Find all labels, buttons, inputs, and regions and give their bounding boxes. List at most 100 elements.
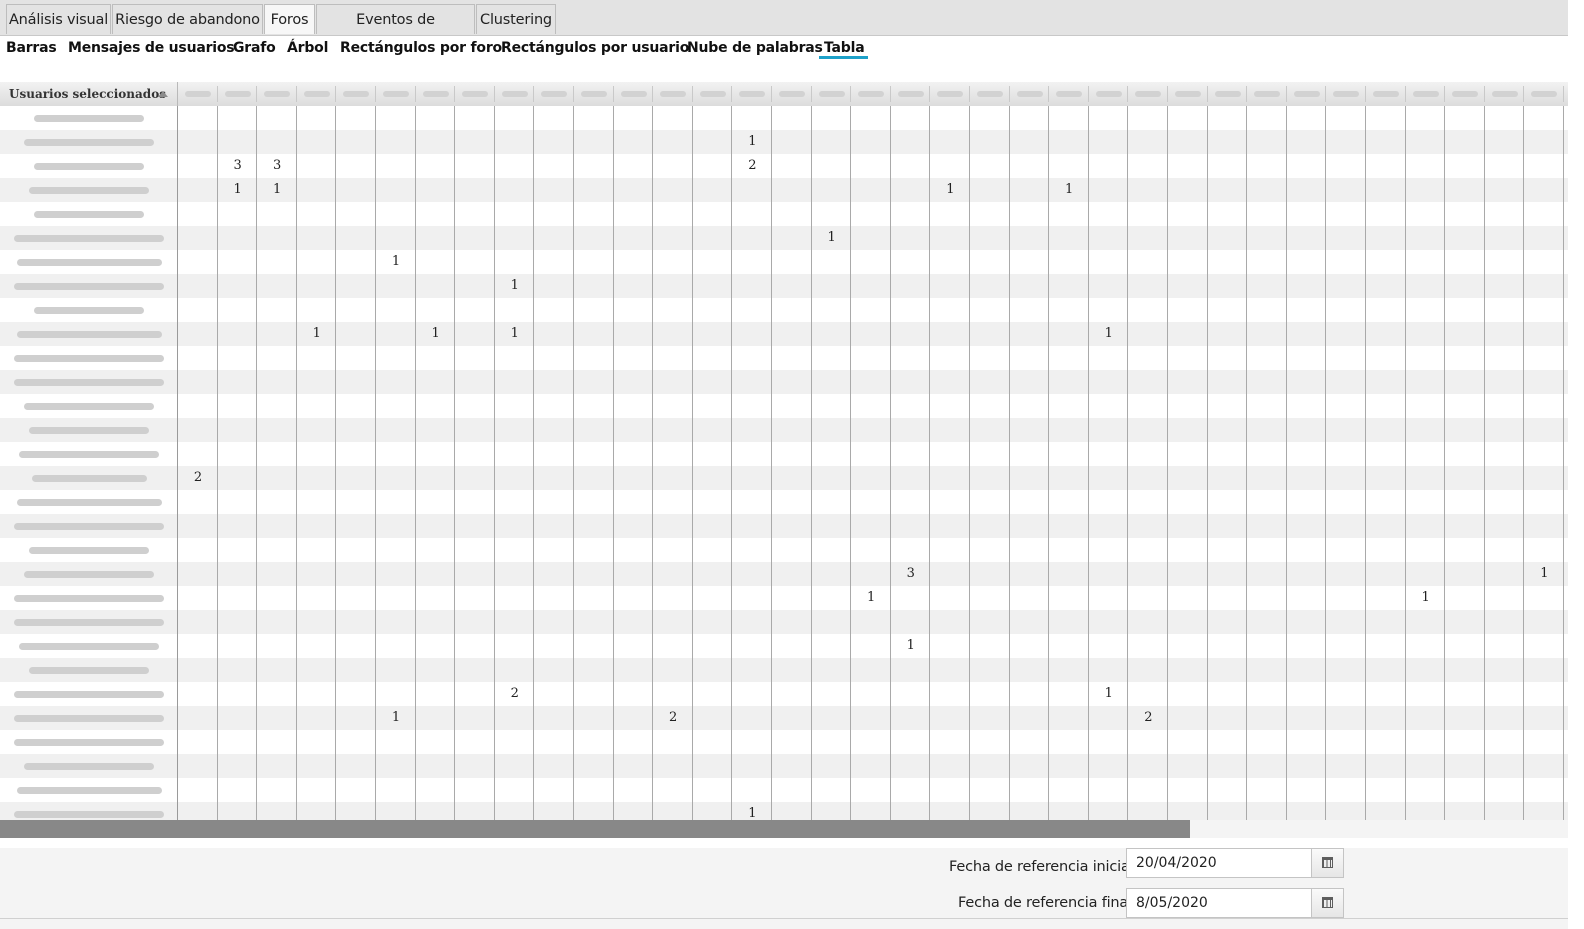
table-row[interactable] bbox=[0, 610, 1584, 634]
forum-messages-table[interactable]: Usuarios seleccionados 1 3 3 2 1 1 1 1 1 1 1 1 1 1 1 2 3… bbox=[0, 82, 1584, 820]
message-count-cell: 1 bbox=[510, 326, 519, 341]
column-header[interactable] bbox=[772, 86, 812, 102]
table-row[interactable] bbox=[0, 394, 1584, 418]
column-header[interactable] bbox=[1089, 86, 1129, 102]
table-row[interactable] bbox=[0, 754, 1584, 778]
subtab-rectangulos-por-foro[interactable]: Rectángulos por foro bbox=[340, 38, 502, 58]
subtab-barras[interactable]: Barras bbox=[6, 38, 57, 58]
column-header[interactable] bbox=[574, 86, 614, 102]
column-header[interactable] bbox=[653, 86, 693, 102]
column-header[interactable] bbox=[416, 86, 456, 102]
column-header[interactable] bbox=[851, 86, 891, 102]
table-row[interactable] bbox=[0, 298, 1584, 322]
table-row[interactable] bbox=[0, 802, 1584, 820]
column-header[interactable] bbox=[1128, 86, 1168, 102]
table-row[interactable] bbox=[0, 418, 1584, 442]
table-row[interactable] bbox=[0, 490, 1584, 514]
horizontal-scrollbar[interactable] bbox=[0, 820, 1584, 838]
column-divider bbox=[1167, 106, 1168, 820]
column-header[interactable] bbox=[1524, 86, 1564, 102]
column-header[interactable] bbox=[930, 86, 970, 102]
column-header[interactable] bbox=[1485, 86, 1525, 102]
column-header[interactable] bbox=[1287, 86, 1327, 102]
table-row[interactable] bbox=[0, 538, 1584, 562]
column-header[interactable] bbox=[218, 86, 258, 102]
message-count-cell: 1 bbox=[1421, 590, 1430, 605]
column-header[interactable] bbox=[1247, 86, 1287, 102]
column-header[interactable] bbox=[732, 86, 772, 102]
column-header[interactable] bbox=[1366, 86, 1406, 102]
start-date-label: Fecha de referencia inicial: bbox=[949, 859, 1139, 875]
column-header[interactable] bbox=[376, 86, 416, 102]
column-header[interactable] bbox=[970, 86, 1010, 102]
start-date-calendar-button[interactable] bbox=[1311, 849, 1343, 877]
column-header[interactable] bbox=[495, 86, 535, 102]
scrollbar-thumb[interactable] bbox=[0, 820, 1190, 838]
column-divider bbox=[969, 106, 970, 820]
column-header[interactable] bbox=[336, 86, 376, 102]
column-header[interactable] bbox=[534, 86, 574, 102]
user-name-redacted bbox=[29, 187, 149, 194]
column-header[interactable] bbox=[1049, 86, 1089, 102]
table-row[interactable] bbox=[0, 634, 1584, 658]
subtab-tabla[interactable]: Tabla bbox=[824, 38, 865, 58]
column-divider bbox=[1127, 106, 1128, 820]
subtab-grafo[interactable]: Grafo bbox=[233, 38, 276, 58]
user-name-redacted bbox=[19, 643, 159, 650]
table-row[interactable] bbox=[0, 370, 1584, 394]
user-name-redacted bbox=[24, 571, 154, 578]
column-header[interactable] bbox=[1168, 86, 1208, 102]
table-row[interactable] bbox=[0, 514, 1584, 538]
subtab-rectangulos-por-usuario[interactable]: Rectángulos por usuario bbox=[501, 38, 689, 58]
table-row[interactable] bbox=[0, 322, 1584, 346]
end-date-picker[interactable] bbox=[1126, 888, 1344, 918]
tab-analisis-visual[interactable]: Análisis visual bbox=[6, 4, 111, 34]
table-row[interactable] bbox=[0, 730, 1584, 754]
column-header[interactable] bbox=[891, 86, 931, 102]
user-name-cell bbox=[0, 778, 178, 802]
table-row[interactable] bbox=[0, 778, 1584, 802]
table-row[interactable] bbox=[0, 106, 1584, 130]
table-row[interactable] bbox=[0, 706, 1584, 730]
subtab-nube-de-palabras[interactable]: Nube de palabras bbox=[687, 38, 823, 58]
column-header[interactable] bbox=[812, 86, 852, 102]
column-header[interactable] bbox=[1326, 86, 1366, 102]
table-row[interactable] bbox=[0, 250, 1584, 274]
column-header[interactable] bbox=[1406, 86, 1446, 102]
column-header[interactable] bbox=[455, 86, 495, 102]
tab-foros[interactable]: Foros bbox=[264, 4, 315, 34]
table-row[interactable] bbox=[0, 202, 1584, 226]
column-header[interactable] bbox=[693, 86, 733, 102]
column-header[interactable] bbox=[178, 86, 218, 102]
column-divider bbox=[731, 106, 732, 820]
user-name-cell bbox=[0, 754, 178, 778]
table-row[interactable] bbox=[0, 682, 1584, 706]
table-row[interactable] bbox=[0, 346, 1584, 370]
table-row[interactable] bbox=[0, 658, 1584, 682]
column-header[interactable] bbox=[257, 86, 297, 102]
column-header[interactable] bbox=[614, 86, 654, 102]
column-header[interactable] bbox=[1445, 86, 1485, 102]
table-row[interactable] bbox=[0, 466, 1584, 490]
end-date-calendar-button[interactable] bbox=[1311, 889, 1343, 917]
table-row[interactable] bbox=[0, 586, 1584, 610]
end-date-input[interactable] bbox=[1127, 889, 1312, 917]
tab-clustering[interactable]: Clustering bbox=[476, 4, 556, 34]
start-date-picker[interactable] bbox=[1126, 848, 1344, 878]
column-header-usuarios-seleccionados[interactable]: Usuarios seleccionados bbox=[0, 82, 178, 106]
tab-eventos-de-calendario[interactable]: Eventos de calendario bbox=[316, 4, 475, 58]
table-row[interactable] bbox=[0, 442, 1584, 466]
table-row[interactable] bbox=[0, 562, 1584, 586]
message-count-cell: 1 bbox=[510, 278, 519, 293]
sort-ascending-icon[interactable] bbox=[158, 91, 168, 97]
subtab-mensajes-de-usuarios[interactable]: Mensajes de usuarios bbox=[68, 38, 235, 58]
tab-riesgo-de-abandono[interactable]: Riesgo de abandono bbox=[112, 4, 263, 34]
table-row[interactable] bbox=[0, 130, 1584, 154]
start-date-input[interactable] bbox=[1127, 849, 1312, 877]
column-header[interactable] bbox=[1010, 86, 1050, 102]
column-header[interactable] bbox=[1208, 86, 1248, 102]
table-row[interactable] bbox=[0, 226, 1584, 250]
column-header[interactable] bbox=[297, 86, 337, 102]
subtab-arbol[interactable]: Árbol bbox=[287, 38, 328, 58]
table-row[interactable] bbox=[0, 274, 1584, 298]
